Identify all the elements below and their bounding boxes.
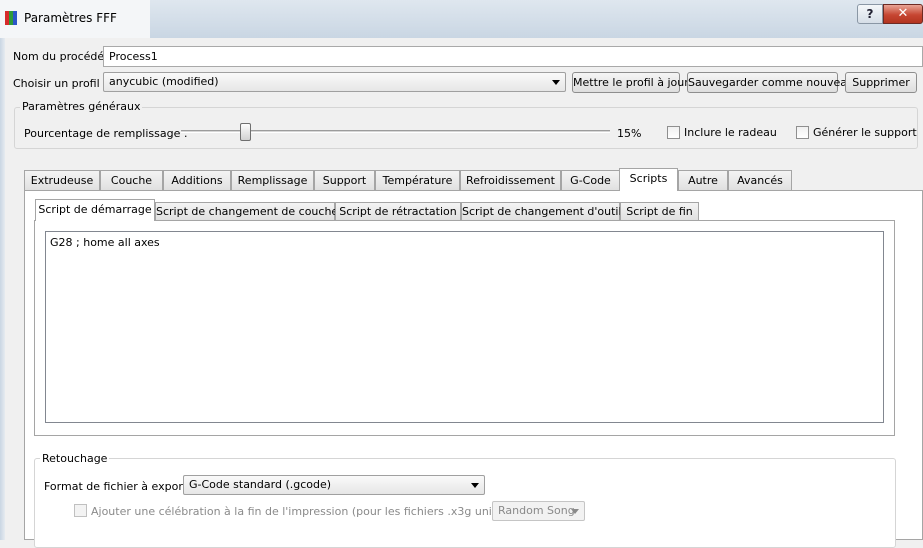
tab-gcode[interactable]: G-Code [561,170,620,190]
infill-label: Pourcentage de remplissage : [24,127,188,140]
subtab-retraction-script[interactable]: Script de rétractation [335,202,461,220]
subtab-layer-change-script[interactable]: Script de changement de couche [155,202,338,220]
update-profile-button[interactable]: Mettre le profil à jour [572,72,689,93]
process-name-input[interactable]: Process1 [103,46,923,67]
profile-select[interactable]: anycubic (modified) [103,72,566,92]
script-editor[interactable]: G28 ; home all axes [45,231,884,423]
infill-value: 15% [617,127,642,140]
raft-label: Inclure le radeau [684,126,777,139]
chevron-down-icon [571,509,579,514]
export-format-select[interactable]: G-Code standard (.gcode) [183,475,485,495]
subtab-tool-change-script[interactable]: Script de changement d'outil [461,202,622,220]
support-label: Générer le support [813,126,917,139]
tab-additions[interactable]: Additions [163,170,231,190]
save-new-profile-button[interactable]: Sauvegarder comme nouveau [687,72,854,93]
chevron-down-icon [471,483,479,488]
help-button[interactable]: ? [857,4,883,24]
celebration-label: Ajouter une célébration à la fin de l'im… [91,505,546,518]
post-processing-group [34,458,896,548]
export-format-value: G-Code standard (.gcode) [189,478,332,491]
profile-select-value: anycubic (modified) [109,75,219,88]
tab-refroidissement[interactable]: Refroidissement [460,170,561,190]
celebration-checkbox[interactable] [74,504,87,517]
general-settings-title: Paramètres généraux [20,100,143,113]
chevron-down-icon [552,80,560,85]
process-name-label: Nom du procédé : [13,50,112,63]
tab-temperature[interactable]: Température [375,170,460,190]
close-button[interactable]: ✕ [883,4,923,24]
window-frame-edge [0,38,5,540]
profile-label: Choisir un profil : [13,77,107,90]
export-format-label: Format de fichier à exporter [44,480,199,493]
tab-support[interactable]: Support [314,170,375,190]
infill-slider-handle[interactable] [240,123,251,141]
support-checkbox[interactable] [796,126,809,139]
tab-couche[interactable]: Couche [100,170,163,190]
tab-remplissage[interactable]: Remplissage [231,170,314,190]
app-logo-icon [5,11,18,25]
subtab-end-script[interactable]: Script de fin [620,202,699,220]
tab-scripts[interactable]: Scripts [619,168,678,191]
tab-extrudeuse[interactable]: Extrudeuse [24,170,100,190]
song-select[interactable]: Random Song [492,501,585,521]
tab-autre[interactable]: Autre [678,170,728,190]
song-select-value: Random Song [498,504,575,517]
window-title: Paramètres FFF [24,11,117,25]
raft-checkbox[interactable] [667,126,680,139]
delete-profile-button[interactable]: Supprimer [845,72,917,93]
tab-avances[interactable]: Avancés [728,170,792,190]
subtab-start-script[interactable]: Script de démarrage [35,199,155,221]
post-processing-title: Retouchage [40,452,110,465]
